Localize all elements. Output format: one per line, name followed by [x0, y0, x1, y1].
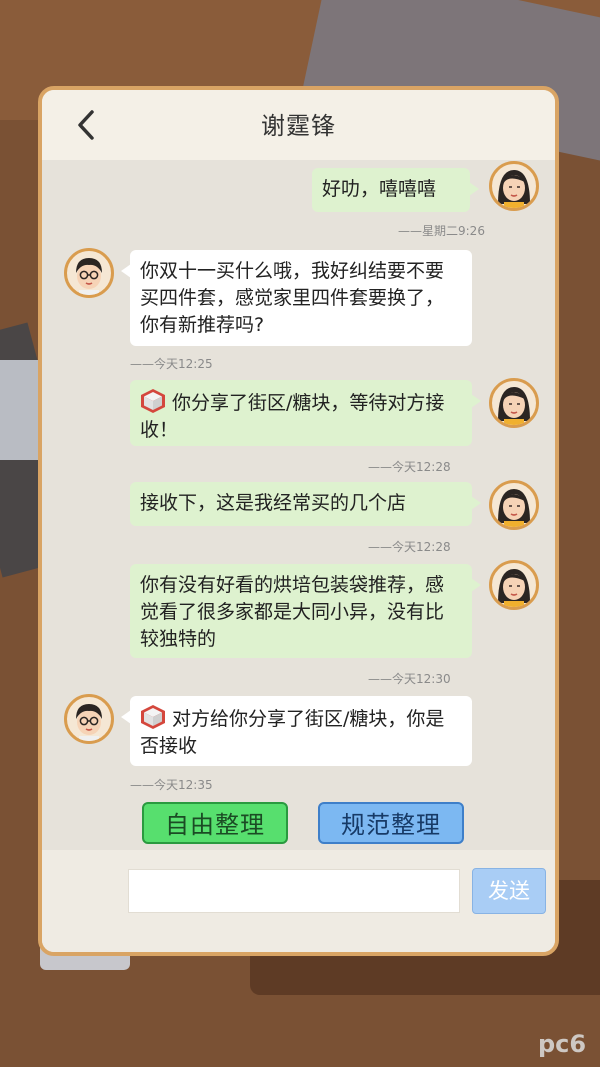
message-text: 你双十一买什么哦，我好纠结要不要买四件套，感觉家里四件套要换了，你有新推荐吗?: [140, 260, 445, 336]
message-list[interactable]: 好叻，嘻嘻嘻 ——星期二9:26 你双十一买什么哦，我好纠结要不要买四件套，感觉…: [42, 160, 555, 850]
girl-avatar-icon: [498, 489, 530, 527]
message-bubble-self: 接收下，这是我经常买的几个店: [130, 482, 481, 526]
message-time: ——星期二9:26: [398, 224, 485, 238]
message-text: 好叻，嘻嘻嘻: [322, 178, 437, 200]
girl-avatar-icon: [498, 170, 530, 208]
contact-name: 谢霆锋: [261, 112, 336, 140]
message-time: ——今天12:28: [368, 460, 451, 474]
standard-arrange-button[interactable]: 规范整理: [318, 802, 464, 844]
contact-avatar[interactable]: [64, 694, 114, 744]
message-text: 你有没有好看的烘培包装袋推荐，感觉看了很多家都是大同小异，没有比较独特的: [140, 574, 445, 650]
self-avatar[interactable]: [489, 560, 539, 610]
message-text: 对方给你分享了街区/糖块，你是否接收: [140, 708, 445, 757]
input-bar: 发送: [42, 850, 555, 952]
message-bubble-contact: 你双十一买什么哦，我好纠结要不要买四件套，感觉家里四件套要换了，你有新推荐吗?: [121, 250, 472, 346]
block-cube-icon: [141, 389, 165, 413]
chevron-left-icon: [78, 110, 94, 140]
girl-avatar-icon: [498, 387, 530, 425]
back-button[interactable]: [70, 108, 104, 142]
message-text: 接收下，这是我经常买的几个店: [140, 492, 407, 514]
girl-avatar-icon: [498, 569, 530, 607]
message-time: ——今天12:25: [130, 357, 213, 371]
contact-avatar[interactable]: [64, 248, 114, 298]
message-input[interactable]: [128, 869, 460, 913]
message-time: ——今天12:30: [368, 672, 451, 686]
message-bubble-self[interactable]: 你分享了街区/糖块，等待对方接收！: [130, 380, 481, 446]
self-avatar[interactable]: [489, 378, 539, 428]
boy-avatar-icon: [76, 258, 102, 295]
self-avatar[interactable]: [489, 161, 539, 211]
message-bubble-self: 你有没有好看的烘培包装袋推荐，感觉看了很多家都是大同小异，没有比较独特的: [130, 564, 481, 658]
send-button[interactable]: 发送: [472, 868, 546, 914]
message-time: ——今天12:35: [130, 778, 213, 792]
message-time: ——今天12:28: [368, 540, 451, 554]
message-bubble-self: 好叻，嘻嘻嘻: [312, 168, 479, 212]
free-arrange-button[interactable]: 自由整理: [142, 802, 288, 844]
boy-avatar-icon: [76, 704, 102, 741]
message-text: 你分享了街区/糖块，等待对方接收！: [140, 392, 445, 441]
self-avatar[interactable]: [489, 480, 539, 530]
message-bubble-contact[interactable]: 对方给你分享了街区/糖块，你是否接收: [121, 696, 472, 766]
chat-panel: 谢霆锋 好叻，嘻嘻嘻 ——星期二9:26 你双十一买什么哦，我好纠结要不要买四件…: [38, 86, 559, 956]
chat-header: 谢霆锋: [42, 90, 555, 161]
block-cube-icon: [141, 705, 165, 729]
watermark-logo: pc6: [538, 1030, 587, 1058]
